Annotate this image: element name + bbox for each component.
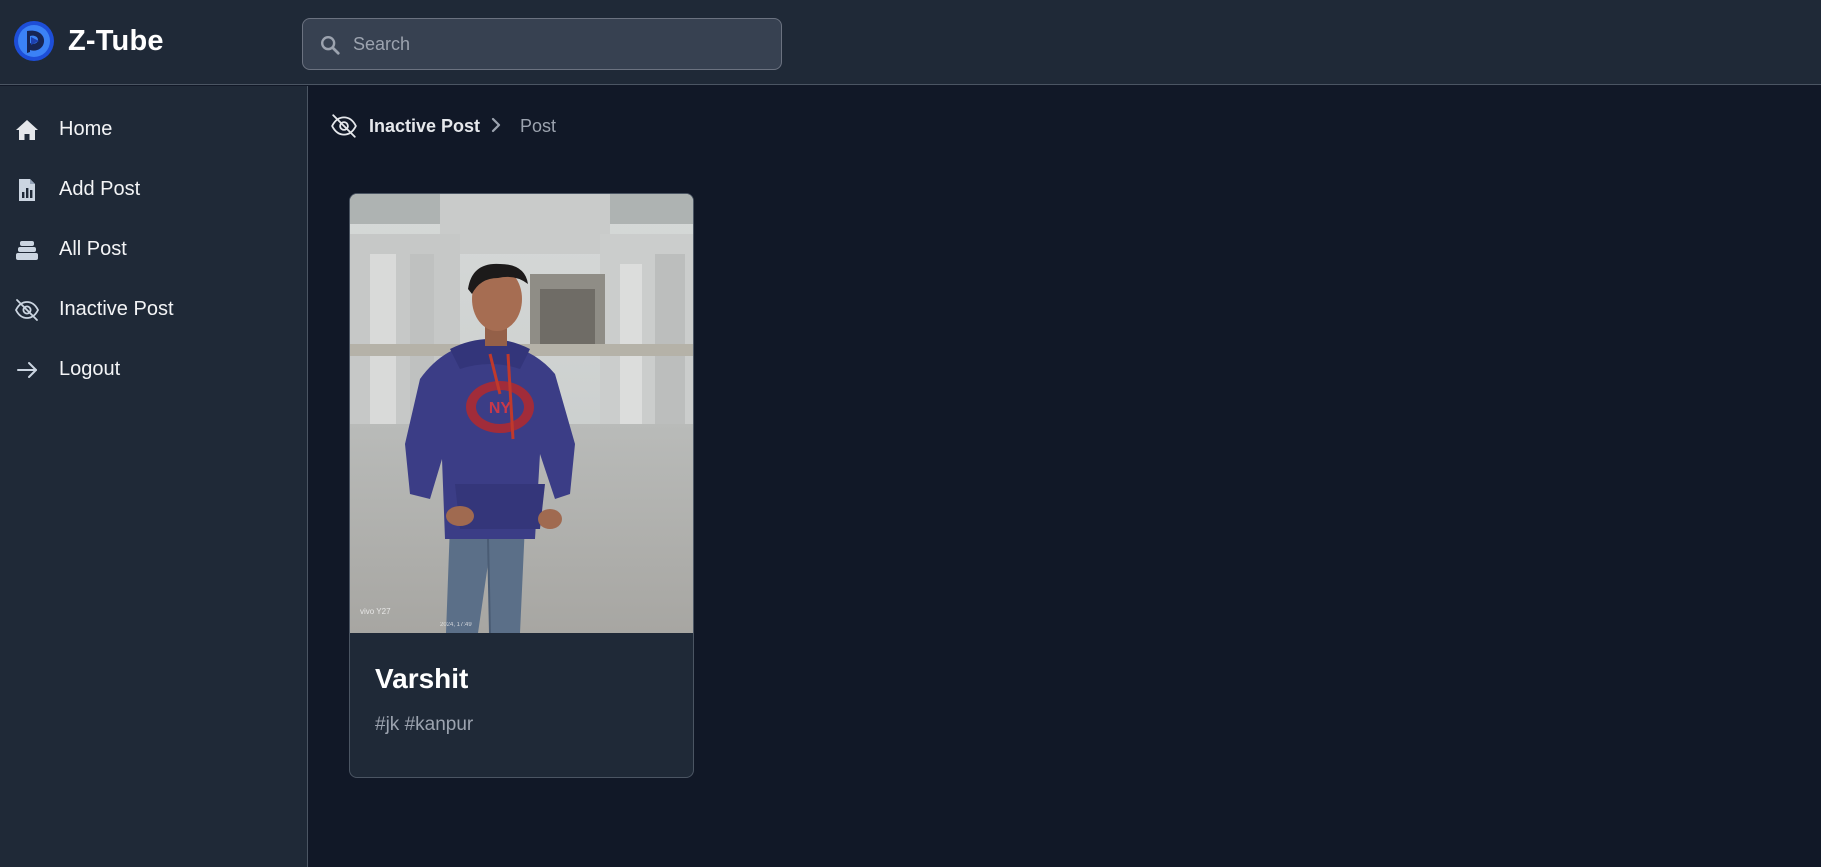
brand-name: Z-Tube — [68, 24, 164, 57]
brand[interactable]: Z-Tube — [14, 21, 164, 61]
sidebar: Home Add Post All Post Inactive Post Log… — [0, 86, 308, 867]
svg-text:vivo Y27: vivo Y27 — [360, 607, 391, 616]
top-header: Z-Tube — [0, 0, 1821, 85]
chevron-right-icon — [491, 117, 501, 133]
svg-text:NY: NY — [489, 400, 512, 417]
sidebar-item-label: Home — [59, 118, 113, 140]
sidebar-item-inactive-post[interactable]: Inactive Post — [0, 284, 307, 334]
post-tags: #jk #kanpur — [375, 714, 474, 735]
add-post-icon — [19, 179, 35, 201]
post-title: Varshit — [375, 663, 469, 694]
sidebar-item-logout[interactable]: Logout — [0, 344, 307, 394]
eye-off-icon — [14, 299, 40, 321]
breadcrumb-item-post: Post — [520, 116, 557, 136]
search-box[interactable] — [302, 18, 782, 70]
sidebar-item-label: Inactive Post — [59, 298, 174, 320]
logo-icon — [14, 21, 54, 61]
sidebar-item-home[interactable]: Home — [0, 104, 307, 154]
stack-icon — [16, 241, 38, 260]
eye-off-icon — [331, 114, 357, 138]
post-card[interactable]: NY vivo Y27 2024, 17:49 Varshit #jk #kan… — [349, 193, 694, 778]
sidebar-item-all-post[interactable]: All Post — [0, 224, 307, 274]
breadcrumb-item-inactive-post[interactable]: Inactive Post — [369, 116, 480, 137]
home-icon — [16, 120, 38, 140]
sidebar-item-label: Logout — [59, 358, 121, 380]
search-input[interactable] — [353, 19, 773, 69]
sidebar-item-add-post[interactable]: Add Post — [0, 164, 307, 214]
search-icon — [321, 36, 340, 55]
sidebar-item-label: All Post — [59, 238, 127, 260]
post-image: NY vivo Y27 2024, 17:49 — [350, 194, 693, 633]
sidebar-item-label: Add Post — [59, 178, 141, 200]
svg-text:2024, 17:49: 2024, 17:49 — [440, 622, 472, 628]
arrow-right-icon — [17, 362, 37, 378]
